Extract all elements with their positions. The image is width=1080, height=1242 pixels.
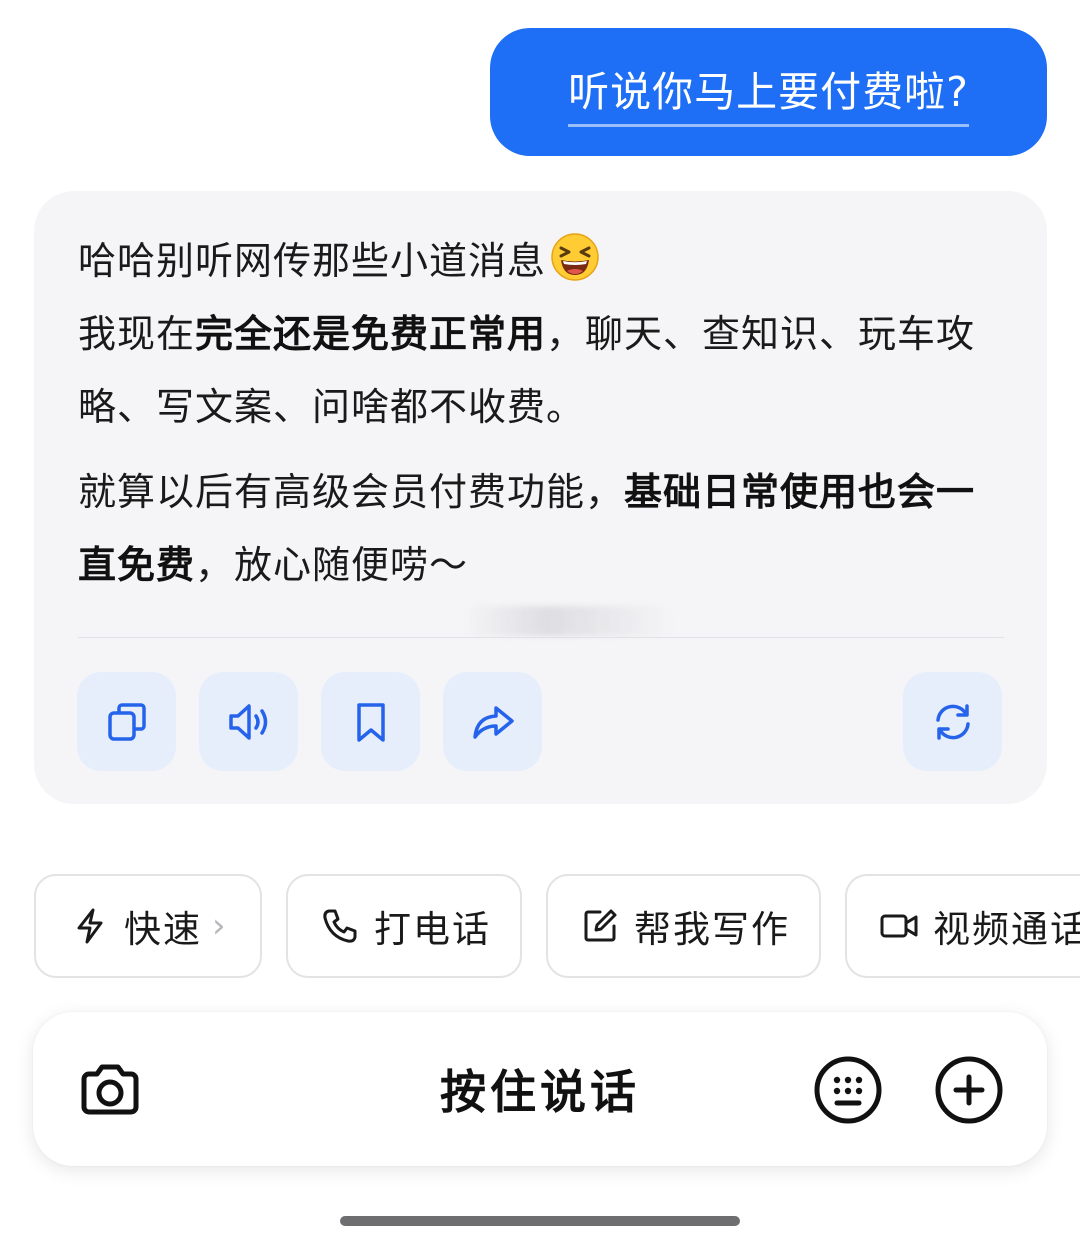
reply-line-2-pre: 我现在: [78, 312, 196, 356]
chip-fast-mode[interactable]: 快速 ›: [34, 874, 262, 978]
reply-paragraph-2: 就算以后有高级会员付费功能，基础日常使用也会一直免费，放心随便唠～: [78, 456, 998, 602]
user-message-bubble[interactable]: 听说你马上要付费啦?: [490, 28, 1047, 156]
copy-button[interactable]: [77, 672, 176, 771]
bookmark-icon: [356, 702, 385, 742]
hold-to-talk-button[interactable]: 按住说话: [33, 1012, 1047, 1166]
reply-paragraph-1: 哈哈别听网传那些小道消息 我现在完全还是免费正常用，聊天、查知识、玩车攻略、写文…: [78, 225, 998, 444]
laughing-emoji-icon: [551, 233, 599, 281]
reply-p2-post: ，放心随便唠～: [195, 543, 469, 587]
video-icon: [880, 914, 918, 938]
home-indicator[interactable]: [340, 1216, 740, 1226]
assistant-reply-card: 哈哈别听网传那些小道消息 我现在完全还是免费正常用，聊天、查知识、玩车攻略、写文…: [34, 191, 1047, 804]
copy-icon: [107, 702, 146, 741]
watermark-blur: [464, 606, 674, 636]
reply-divider: [78, 637, 1004, 638]
regenerate-icon: [935, 703, 970, 740]
camera-icon[interactable]: [75, 1055, 145, 1125]
chip-video-label: 视频通话: [933, 908, 1080, 951]
reply-p2-pre: 就算以后有高级会员付费功能，: [78, 470, 625, 514]
reply-text: 哈哈别听网传那些小道消息 我现在完全还是免费正常用，聊天、查知识、玩车攻略、写文…: [78, 225, 998, 602]
read-aloud-button[interactable]: [199, 672, 298, 771]
chip-phone-label: 打电话: [374, 908, 491, 951]
chip-fast-label: 快速: [124, 908, 202, 951]
lightning-icon: [77, 908, 103, 944]
chip-phone-call[interactable]: 打电话: [286, 874, 522, 978]
reply-line-1: 哈哈别听网传那些小道消息: [78, 239, 547, 283]
share-icon: [472, 705, 514, 739]
speaker-icon: [228, 703, 267, 740]
phone-icon: [323, 909, 357, 943]
chip-write-label: 帮我写作: [634, 908, 790, 951]
keyboard-emoji-icon[interactable]: [813, 1055, 883, 1125]
plus-icon[interactable]: [934, 1055, 1004, 1125]
regenerate-button[interactable]: [903, 672, 1002, 771]
chevron-right-icon: ›: [212, 906, 228, 946]
user-message-text: 听说你马上要付费啦?: [568, 66, 969, 127]
input-bar: 按住说话: [33, 1012, 1047, 1166]
reply-emphasis-free: 完全还是免费正常用: [195, 312, 547, 356]
share-button[interactable]: [443, 672, 542, 771]
edit-icon: [584, 909, 617, 942]
bookmark-button[interactable]: [321, 672, 420, 771]
chip-video-call[interactable]: 视频通话: [845, 874, 1080, 978]
chip-help-write[interactable]: 帮我写作: [546, 874, 821, 978]
